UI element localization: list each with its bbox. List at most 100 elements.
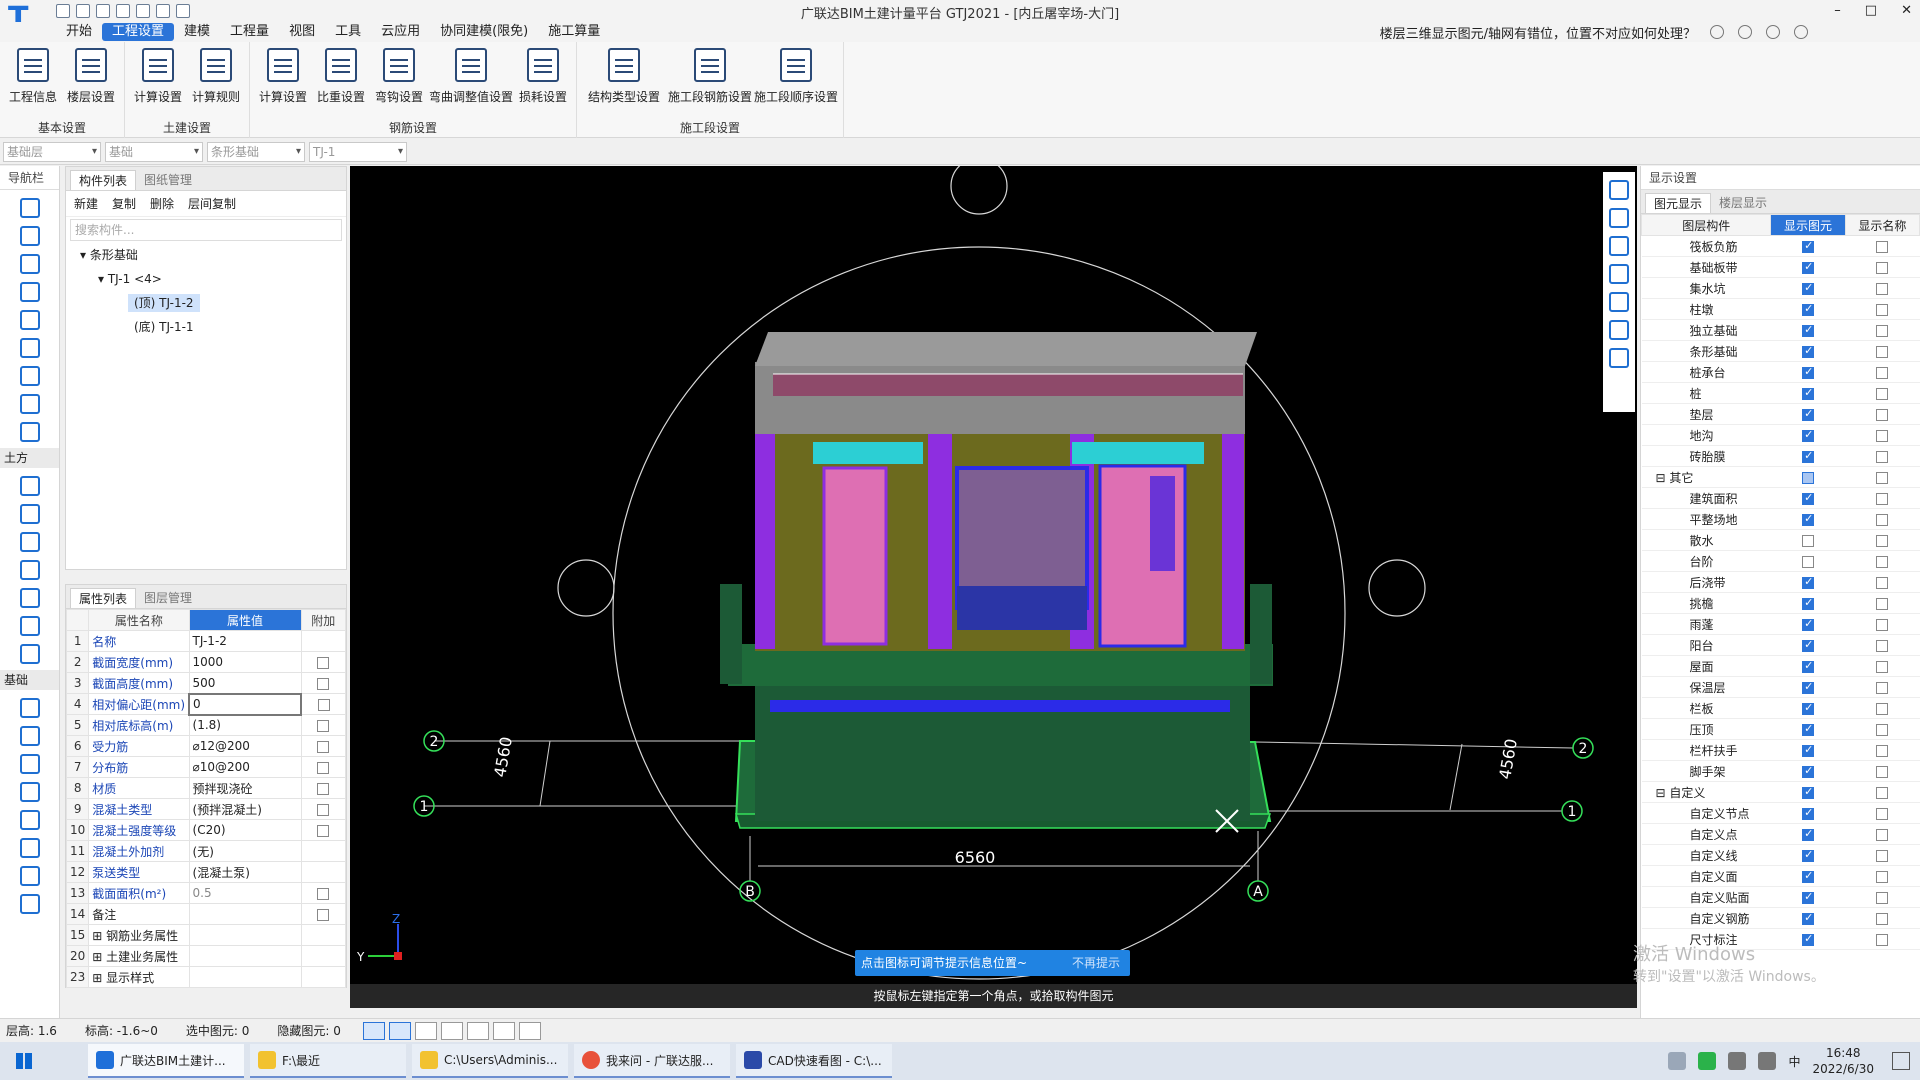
- 3d-view-icon[interactable]: [1609, 236, 1629, 256]
- display-row[interactable]: 地沟: [1641, 424, 1920, 446]
- display-row[interactable]: 自定义节点: [1641, 802, 1920, 824]
- extra-checkbox[interactable]: [317, 761, 330, 774]
- property-row[interactable]: 23 ⊞ 显示样式: [65, 966, 347, 988]
- taskbar-item-browser[interactable]: 我来问 - 广联达服...: [574, 1044, 730, 1078]
- decoration-icon[interactable]: [19, 394, 40, 414]
- display-row[interactable]: 屋面: [1641, 655, 1920, 677]
- excavation-icon[interactable]: [19, 588, 40, 608]
- extra-checkbox[interactable]: [317, 740, 330, 753]
- property-value[interactable]: [188, 945, 302, 967]
- show-element-checkbox[interactable]: [1802, 555, 1815, 568]
- undo-icon[interactable]: [116, 4, 130, 18]
- tree-node-tj1-2[interactable]: (顶) TJ-1-2: [66, 291, 346, 315]
- property-row[interactable]: 10 混凝土强度等级 (C20): [65, 819, 347, 841]
- close-button[interactable]: ✕: [1901, 0, 1912, 22]
- tree-node-strip-footing[interactable]: ▾ 条形基础: [66, 243, 346, 267]
- hint-toast[interactable]: 点击图标可调节提示信息位置~ 不再提示: [855, 950, 1130, 976]
- show-element-checkbox[interactable]: [1802, 596, 1815, 610]
- show-name-checkbox[interactable]: [1876, 534, 1889, 547]
- show-name-checkbox[interactable]: [1876, 723, 1889, 736]
- tab-floor-display[interactable]: 楼层显示: [1711, 193, 1775, 213]
- redo-icon[interactable]: [136, 4, 150, 18]
- extra-checkbox[interactable]: [317, 677, 330, 690]
- new-file-icon[interactable]: [76, 4, 90, 18]
- display-mode-icon[interactable]: [492, 1021, 515, 1040]
- save-icon[interactable]: [56, 4, 70, 18]
- property-row[interactable]: 7 分布筋 ⌀10@200: [65, 756, 347, 778]
- cross-snap-icon[interactable]: [414, 1021, 437, 1040]
- show-name-checkbox[interactable]: [1876, 513, 1889, 526]
- show-name-checkbox[interactable]: [1876, 786, 1889, 799]
- property-value[interactable]: ⌀12@200: [188, 735, 302, 757]
- display-row[interactable]: 建筑面积: [1641, 487, 1920, 509]
- show-element-checkbox[interactable]: [1802, 239, 1815, 253]
- wechat-icon[interactable]: [1698, 1052, 1717, 1070]
- show-name-checkbox[interactable]: [1876, 597, 1889, 610]
- opening-icon[interactable]: [19, 422, 40, 442]
- display-row[interactable]: 砖胎膜: [1641, 445, 1920, 467]
- help-question-text[interactable]: 楼层三维显示图元/轴网有错位，位置不对应如何处理？: [1380, 23, 1696, 42]
- display-row[interactable]: 筏板负筋: [1641, 235, 1920, 257]
- show-name-checkbox[interactable]: [1876, 408, 1889, 421]
- copy-component-button[interactable]: 复制: [112, 195, 136, 212]
- show-element-checkbox[interactable]: [1802, 512, 1815, 526]
- show-element-checkbox[interactable]: [1802, 806, 1815, 820]
- tab-drawing-management[interactable]: 图纸管理: [136, 170, 200, 190]
- show-name-checkbox[interactable]: [1876, 702, 1889, 715]
- display-row[interactable]: 平整场地: [1641, 508, 1920, 530]
- property-value[interactable]: 0: [188, 692, 303, 716]
- display-row[interactable]: 柱墩: [1641, 298, 1920, 320]
- earth-cut-icon[interactable]: [19, 644, 40, 664]
- show-element-checkbox[interactable]: [1802, 638, 1815, 652]
- floor-select[interactable]: 基础层: [3, 141, 101, 162]
- earth-pit-icon[interactable]: [19, 476, 40, 496]
- show-element-checkbox[interactable]: [1802, 471, 1815, 484]
- show-element-checkbox[interactable]: [1802, 281, 1815, 295]
- earth-box-icon[interactable]: [19, 616, 40, 636]
- show-name-checkbox[interactable]: [1876, 891, 1889, 904]
- orbit-view-icon[interactable]: [1609, 180, 1629, 200]
- show-element-checkbox[interactable]: [1802, 344, 1815, 358]
- show-name-checkbox[interactable]: [1876, 387, 1889, 400]
- component-select[interactable]: TJ-1: [309, 141, 407, 162]
- show-name-checkbox[interactable]: [1876, 240, 1889, 253]
- orbit-handle-left[interactable]: [557, 559, 615, 617]
- floor-copy-button[interactable]: 层间复制: [188, 195, 236, 212]
- show-name-checkbox[interactable]: [1876, 660, 1889, 673]
- nav-section-earthwork[interactable]: 土方: [0, 448, 59, 468]
- property-row[interactable]: 2 截面宽度(mm) 1000: [65, 651, 347, 673]
- slab-icon[interactable]: [19, 338, 40, 358]
- tree-node-tj1-1[interactable]: (底) TJ-1-1: [66, 315, 346, 339]
- tab-property-list[interactable]: 属性列表: [70, 588, 137, 608]
- extra-checkbox[interactable]: [317, 698, 330, 711]
- type-select[interactable]: 条形基础: [207, 141, 305, 162]
- property-value[interactable]: 0.5: [188, 882, 302, 904]
- property-value[interactable]: TJ-1-2: [188, 630, 302, 652]
- show-name-checkbox[interactable]: [1876, 492, 1889, 505]
- show-name-checkbox[interactable]: [1876, 366, 1889, 379]
- taskbar-item-folder-users[interactable]: C:\Users\Adminis...: [412, 1044, 568, 1078]
- display-row[interactable]: 脚手架: [1641, 760, 1920, 782]
- display-row[interactable]: 台阶: [1641, 550, 1920, 572]
- property-row[interactable]: 14 备注: [65, 903, 347, 925]
- headset-icon[interactable]: [1738, 25, 1752, 39]
- clock[interactable]: 16:48 2022/6/30: [1812, 1045, 1874, 1077]
- delete-component-button[interactable]: 删除: [150, 195, 174, 212]
- show-element-checkbox[interactable]: [1802, 534, 1815, 547]
- property-row[interactable]: 15 ⊞ 钢筋业务属性: [65, 924, 347, 946]
- notification-icon[interactable]: [1892, 1052, 1910, 1070]
- show-element-checkbox[interactable]: [1802, 365, 1815, 379]
- backfill-icon[interactable]: [19, 560, 40, 580]
- door-icon[interactable]: [19, 282, 40, 302]
- display-row[interactable]: 自定义点: [1641, 823, 1920, 845]
- volume-icon[interactable]: [1758, 1052, 1777, 1070]
- display-row[interactable]: 集水坑: [1641, 277, 1920, 299]
- property-row[interactable]: 1 名称 TJ-1-2: [65, 630, 347, 652]
- property-row[interactable]: 3 截面高度(mm) 500: [65, 672, 347, 694]
- display-row[interactable]: ⊟ 其它: [1641, 466, 1920, 488]
- show-name-checkbox[interactable]: [1876, 471, 1889, 484]
- property-value[interactable]: (无): [188, 840, 302, 862]
- show-element-checkbox[interactable]: [1802, 407, 1815, 421]
- show-name-checkbox[interactable]: [1876, 618, 1889, 631]
- network-icon[interactable]: [1728, 1052, 1747, 1070]
